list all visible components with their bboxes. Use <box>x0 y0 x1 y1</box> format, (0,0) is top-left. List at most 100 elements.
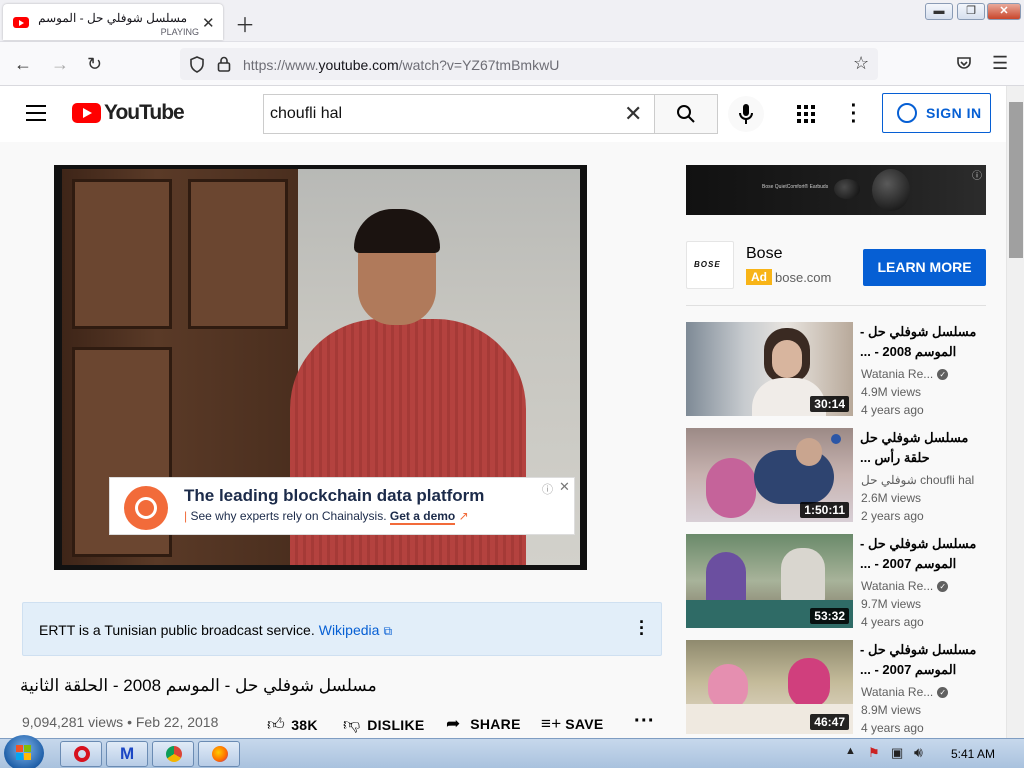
browser-tab-bar: مسلسل شوفلي حل - الموسم 2008 - PLAYING ✕… <box>0 0 1024 42</box>
video-thumbnail[interactable]: 53:32 <box>686 534 853 628</box>
action-center-flag-icon[interactable]: ⚑ <box>868 745 880 761</box>
microphone-icon <box>739 104 753 124</box>
earbud-image <box>834 179 860 199</box>
chrome-icon <box>166 746 182 762</box>
user-account-icon <box>897 103 917 123</box>
more-actions-icon[interactable]: ··· <box>634 710 655 733</box>
ad-info-icon[interactable]: ⓘ <box>542 481 553 497</box>
video-thumbnail[interactable]: 1:50:11 <box>686 428 853 522</box>
video-views: 4.9M views <box>861 385 922 399</box>
learn-more-button[interactable]: LEARN MORE <box>863 249 986 286</box>
video-views-date: 9,094,281 views • Feb 22, 2018 <box>22 714 219 730</box>
recommended-video[interactable]: 1:50:11 مسلسل شوفلي حل حلقة رأس ... شوفل… <box>686 428 986 523</box>
recommended-video-title[interactable]: مسلسل شوفلي حل - الموسم 2007 - ... <box>860 640 986 680</box>
save-playlist-icon: ≡+ <box>541 714 562 733</box>
youtube-header: YouTube ✕ ··· SIGN IN <box>0 86 1006 142</box>
video-age: 2 years ago <box>861 509 924 523</box>
like-button[interactable]: 👍︎ 38K <box>267 714 318 735</box>
watch-page: The leading blockchain data platform | S… <box>0 142 1006 738</box>
settings-more-icon[interactable]: · · · <box>850 96 858 132</box>
taskbar-clock[interactable]: 5:41 AM <box>951 747 995 761</box>
taskbar-opera[interactable] <box>60 741 102 767</box>
recommended-video-title[interactable]: مسلسل شوفلي حل - الموسم 2007 - ... <box>860 534 986 574</box>
video-views: 2.6M views <box>861 491 922 505</box>
ad-info-icon[interactable]: ⓘ <box>972 167 982 182</box>
reload-icon[interactable]: ↻ <box>87 54 102 75</box>
forward-arrow-icon[interactable]: → <box>51 54 69 75</box>
tab-playing-label: PLAYING <box>160 27 199 37</box>
new-tab-icon[interactable]: ＋ <box>235 9 255 38</box>
share-button[interactable]: ➦ SHARE <box>446 714 521 734</box>
back-arrow-icon[interactable]: ← <box>14 54 32 75</box>
recommended-video-title[interactable]: مسلسل شوفلي حل - الموسم 2008 - ... <box>860 322 986 362</box>
overlay-ad-tagline: | See why experts rely on Chainalysis. G… <box>184 509 469 525</box>
malwarebytes-icon: M <box>120 744 135 763</box>
wikipedia-link[interactable]: Wikipedia <box>319 622 380 638</box>
app-menu-icon[interactable]: ☰ <box>992 53 1008 74</box>
video-views: 8.9M views <box>861 703 922 717</box>
video-thumbnail[interactable]: 30:14 <box>686 322 853 416</box>
overlay-ad-banner[interactable]: The leading blockchain data platform | S… <box>109 477 575 535</box>
recommended-video[interactable]: 46:47 مسلسل شوفلي حل - الموسم 2007 - ...… <box>686 640 986 735</box>
pocket-icon[interactable] <box>956 56 972 71</box>
lock-icon[interactable] <box>217 56 231 72</box>
channel-name[interactable]: شوفلي حل choufli hal <box>861 473 974 487</box>
wikipedia-info-panel: ERTT is a Tunisian public broadcast serv… <box>22 602 662 656</box>
recommended-video-title[interactable]: مسلسل شوفلي حل حلقة رأس ... <box>860 428 986 468</box>
search-input[interactable] <box>263 94 655 134</box>
video-player[interactable]: The leading blockchain data platform | S… <box>54 165 587 570</box>
dislike-button[interactable]: 👎︎ DISLIKE <box>343 714 425 735</box>
bose-ad-image[interactable]: Bose QuietComfort® Earbuds ⓘ <box>686 165 986 215</box>
network-icon[interactable]: ▣ <box>891 745 903 761</box>
shield-icon[interactable] <box>189 56 205 73</box>
apps-grid-icon[interactable] <box>797 105 815 123</box>
windows-logo-icon <box>16 745 31 760</box>
channel-name[interactable]: Watania Re... ✓ <box>861 685 949 699</box>
verified-badge-icon: ✓ <box>937 369 949 381</box>
guide-menu-icon[interactable] <box>26 105 46 121</box>
firefox-icon <box>212 746 228 762</box>
start-button[interactable] <box>4 735 44 768</box>
channel-name[interactable]: Watania Re... ✓ <box>861 367 949 381</box>
taskbar-firefox[interactable] <box>198 741 240 767</box>
verified-badge-icon: ✓ <box>937 581 949 593</box>
advertiser-name[interactable]: Bose <box>746 245 782 263</box>
restore-button[interactable]: ❐ <box>957 3 985 20</box>
ad-close-icon[interactable]: ✕ <box>559 479 570 495</box>
minimize-button[interactable]: ▬ <box>925 3 953 20</box>
address-bar[interactable]: https://www.youtube.com/watch?v=YZ67tmBm… <box>180 48 878 80</box>
browser-nav-bar: ← → ↻ https://www.youtube.com/watch?v=YZ… <box>0 42 1024 86</box>
window-close-button[interactable]: ✕ <box>987 3 1021 20</box>
bookmark-star-icon[interactable]: ☆ <box>853 53 869 74</box>
tray-expand-icon[interactable]: ▲ <box>845 745 856 757</box>
channel-name[interactable]: Watania Re... ✓ <box>861 579 949 593</box>
video-duration: 46:47 <box>810 714 849 730</box>
tab-close-icon[interactable]: ✕ <box>202 14 215 32</box>
volume-icon[interactable]: 🔊︎ <box>914 744 923 761</box>
clear-search-icon[interactable]: ✕ <box>624 101 642 127</box>
voice-search-button[interactable] <box>728 96 764 132</box>
recommended-video[interactable]: 30:14 مسلسل شوفلي حل - الموسم 2008 - ...… <box>686 322 986 417</box>
bose-logo[interactable]: BOSE <box>686 241 734 289</box>
video-thumbnail[interactable]: 46:47 <box>686 640 853 734</box>
sidebar-divider <box>686 305 986 306</box>
sign-in-button[interactable]: SIGN IN <box>882 93 991 133</box>
taskbar-malwarebytes[interactable]: M <box>106 741 148 767</box>
recommended-video[interactable]: 53:32 مسلسل شوفلي حل - الموسم 2007 - ...… <box>686 534 986 629</box>
browser-tab[interactable]: مسلسل شوفلي حل - الموسم 2008 - PLAYING ✕ <box>3 4 223 40</box>
video-duration: 1:50:11 <box>800 502 849 518</box>
ad-badge: Ad <box>746 269 772 285</box>
overlay-ad-cta-link[interactable]: Get a demo <box>389 509 456 525</box>
search-button[interactable] <box>654 94 718 134</box>
taskbar-chrome[interactable] <box>152 741 194 767</box>
thumbs-up-icon: 👍︎ <box>267 715 286 734</box>
save-button[interactable]: ≡+ SAVE <box>541 714 604 734</box>
page-scrollbar[interactable] <box>1006 86 1024 738</box>
url-text[interactable]: https://www.youtube.com/watch?v=YZ67tmBm… <box>243 57 559 73</box>
scrollbar-thumb[interactable] <box>1009 102 1023 258</box>
video-age: 4 years ago <box>861 403 924 417</box>
info-panel-more-icon[interactable]: · · · <box>638 613 646 643</box>
video-views: 9.7M views <box>861 597 922 611</box>
overlay-ad-headline: The leading blockchain data platform <box>184 486 485 505</box>
opera-icon <box>74 746 90 762</box>
